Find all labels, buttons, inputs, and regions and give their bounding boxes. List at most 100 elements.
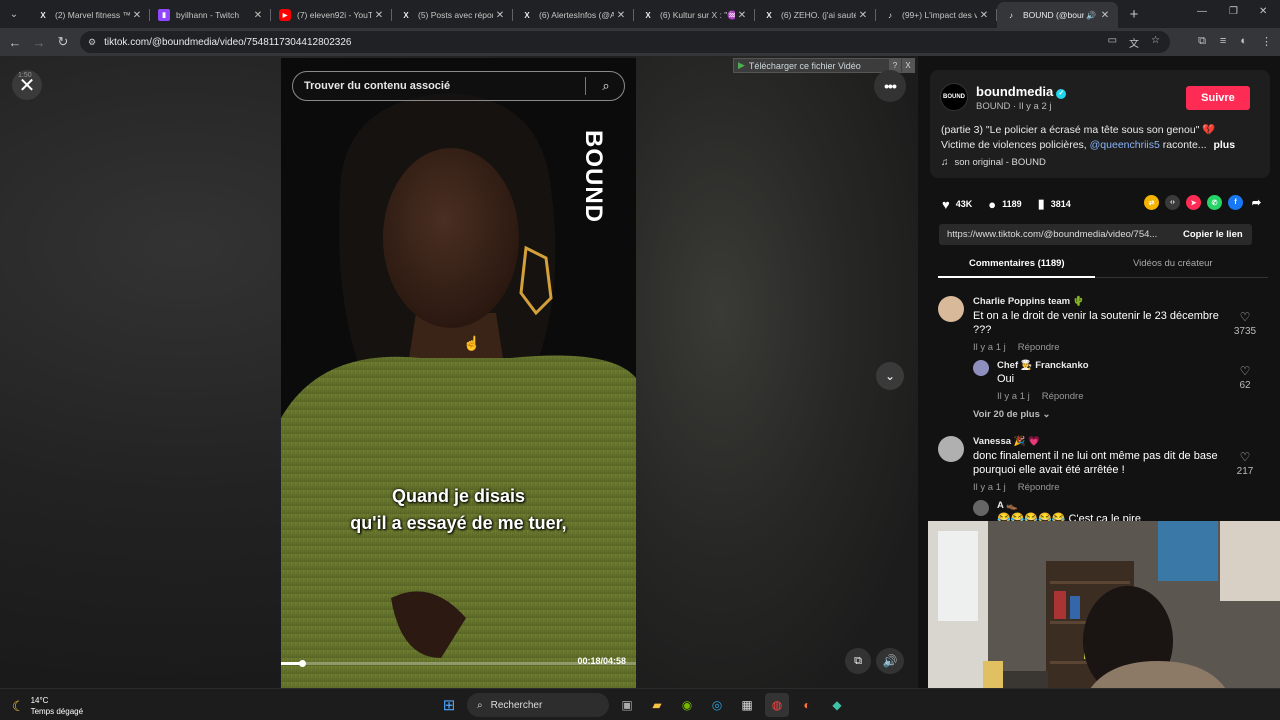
store-icon[interactable]: ▦ [735, 693, 759, 717]
cast-icon[interactable]: ▭ [1108, 35, 1117, 50]
forward-icon[interactable]: → [27, 35, 51, 50]
reply-link[interactable]: Répondre [1018, 482, 1060, 493]
weather-widget[interactable]: ☾ 14°C Temps dégagé [12, 695, 83, 717]
tab-audio-icon[interactable]: 🔊 [1084, 11, 1098, 20]
reply-author[interactable]: A 👞 [997, 500, 1018, 511]
tab-title: BOUND (@boun [1023, 10, 1084, 20]
close-time-label: 1:50 [18, 72, 32, 79]
related-search-input[interactable]: Trouver du contenu associé ⌕ [292, 71, 625, 101]
save-button[interactable]: ▮ 3814 [1038, 196, 1071, 212]
taskbar-search[interactable]: ⌕ Rechercher [467, 693, 609, 717]
profile-icon[interactable]: ◐ [1240, 35, 1247, 48]
author-avatar[interactable]: BOUND [940, 83, 968, 111]
video-stage: ✕ 1:50 Trouver du contenu associé ⌕ BOUN… [0, 56, 918, 688]
task-view-icon[interactable]: ▣ [615, 693, 639, 717]
window-close-icon[interactable]: ✕ [1259, 6, 1267, 17]
comment-author[interactable]: Charlie Poppins team 🌵 [973, 296, 1085, 307]
maximize-icon[interactable]: ❐ [1229, 6, 1238, 17]
more-link[interactable]: plus [1213, 139, 1235, 151]
x-icon: X [40, 10, 46, 20]
tab-close-icon[interactable]: ✕ [1098, 10, 1112, 21]
facebook-icon[interactable]: f [1228, 195, 1243, 210]
tab-close-icon[interactable]: ✕ [977, 10, 991, 21]
see-more-replies[interactable]: Voir 20 de plus ⌄ [973, 409, 1050, 420]
tab-close-icon[interactable]: ✕ [493, 10, 507, 21]
youtube-icon: ▶ [279, 9, 291, 21]
edge-icon[interactable]: ◎ [705, 693, 729, 717]
tab-close-icon[interactable]: ✕ [130, 10, 144, 21]
tab-close-icon[interactable]: ✕ [251, 10, 265, 21]
tab-close-icon[interactable]: ✕ [614, 10, 628, 21]
site-info-icon[interactable]: ⚙ [88, 37, 96, 48]
minimize-icon[interactable]: — [1197, 6, 1207, 17]
browser-tab[interactable]: ▮ byilhann - Twitch ✕ [150, 2, 271, 28]
bookmark-icon: ▮ [1037, 196, 1045, 211]
reply-avatar[interactable] [973, 360, 989, 376]
search-icon[interactable]: ⌕ [595, 78, 617, 94]
repost-icon[interactable]: ⇄ [1144, 195, 1159, 210]
like-button[interactable]: ♥ 43K [942, 197, 972, 212]
caption-line-1: Quand je disais [391, 486, 526, 506]
volume-icon[interactable]: 🔊 [876, 648, 904, 674]
share-link-text[interactable]: https://www.tiktok.com/@boundmedia/video… [947, 229, 1171, 240]
comment-like[interactable]: ♡ 3735 [1230, 310, 1260, 337]
tab-search-button[interactable]: ⌄ [3, 3, 25, 25]
next-video-icon[interactable]: ⌄ [876, 362, 904, 390]
bookmark-star-icon[interactable]: ☆ [1151, 35, 1160, 50]
browser-tab[interactable]: X (6) Kultur sur X : "♒ ✕ [634, 2, 755, 28]
tab-comments[interactable]: Commentaires (1189) [969, 258, 1065, 269]
comment-button[interactable]: ● 1189 [988, 197, 1021, 212]
browser-tab[interactable]: X (5) Posts avec répons ✕ [392, 2, 513, 28]
browser-tab[interactable]: X (6) ZEHO. (j'ai sauté) ✕ [755, 2, 876, 28]
firefox-icon[interactable]: ◐ [795, 693, 819, 717]
translate-icon[interactable]: 文 [1129, 35, 1139, 50]
tab-close-icon[interactable]: ✕ [372, 10, 386, 21]
reply-like[interactable]: ♡ 62 [1230, 364, 1260, 391]
media-icon[interactable]: ≡ [1220, 35, 1226, 48]
author-name[interactable]: boundmedia ✓ [976, 84, 1067, 99]
back-icon[interactable]: ← [3, 35, 27, 50]
browser-tab[interactable]: X (6) AlertesInfos (@Al ✕ [513, 2, 634, 28]
embed-icon[interactable]: ‹› [1165, 195, 1180, 210]
address-bar[interactable]: ⚙ tiktok.com/@boundmedia/video/754811730… [80, 31, 1170, 53]
comment-count: 1189 [1002, 199, 1022, 209]
send-icon[interactable]: ➤ [1186, 195, 1201, 210]
windows-start-icon[interactable]: ⊞ [437, 693, 461, 717]
windows-taskbar: ☾ 14°C Temps dégagé ⊞ ⌕ Rechercher ▣ ▰ ◉ … [0, 688, 1280, 720]
more-options-icon[interactable]: ••• [874, 70, 906, 102]
share-arrow-icon[interactable]: ➦ [1249, 195, 1264, 210]
app-icon[interactable]: ◆ [825, 693, 849, 717]
browser-tab[interactable]: ▶ (7) eleven92i - YouTub✕ [271, 2, 392, 28]
chrome-icon[interactable]: ◍ [765, 693, 789, 717]
reply-link[interactable]: Répondre [1018, 342, 1060, 353]
extensions-icon[interactable]: ⧉ [1198, 35, 1206, 48]
new-tab-button[interactable]: + [1122, 6, 1146, 23]
comment-avatar[interactable] [938, 436, 964, 462]
twitch-icon: ▮ [158, 9, 170, 21]
tab-close-icon[interactable]: ✕ [856, 10, 870, 21]
video-player[interactable]: Trouver du contenu associé ⌕ BOUND Quand… [281, 58, 636, 688]
file-explorer-icon[interactable]: ▰ [645, 693, 669, 717]
tab-creator-videos[interactable]: Vidéos du créateur [1133, 258, 1213, 269]
browser-tab[interactable]: ♪ (99+) L'impact des vié ✕ [876, 2, 997, 28]
copy-link-button[interactable]: Copier le lien [1183, 229, 1243, 240]
browser-tab[interactable]: X (2) Marvel fitness ™ (✕ [29, 2, 150, 28]
nvidia-icon[interactable]: ◉ [675, 693, 699, 717]
music-info[interactable]: ♫ son original - BOUND [941, 157, 1046, 168]
download-close-button[interactable]: X [902, 59, 914, 72]
comment-time: Il y a 1 j [973, 342, 1006, 353]
mention-link[interactable]: @queenchriis5 [1090, 139, 1160, 151]
tab-close-icon[interactable]: ✕ [735, 10, 749, 21]
reload-icon[interactable]: ↻ [51, 34, 75, 50]
follow-button[interactable]: Suivre [1186, 86, 1250, 110]
comment-like[interactable]: ♡ 217 [1230, 450, 1260, 477]
reply-author[interactable]: Chef 🧑‍🍳 Franckanko [997, 360, 1089, 371]
comment-author[interactable]: Vanessa 🎉 💗 [973, 436, 1040, 447]
picture-in-picture-icon[interactable]: ⧉ [845, 648, 871, 674]
comment-avatar[interactable] [938, 296, 964, 322]
chrome-menu-icon[interactable]: ⋮ [1261, 35, 1272, 48]
whatsapp-icon[interactable]: ✆ [1207, 195, 1222, 210]
reply-link[interactable]: Répondre [1042, 391, 1084, 402]
browser-tab[interactable]: ♪ BOUND (@boun 🔊 ✕ [997, 2, 1118, 28]
reply-avatar[interactable] [973, 500, 989, 516]
